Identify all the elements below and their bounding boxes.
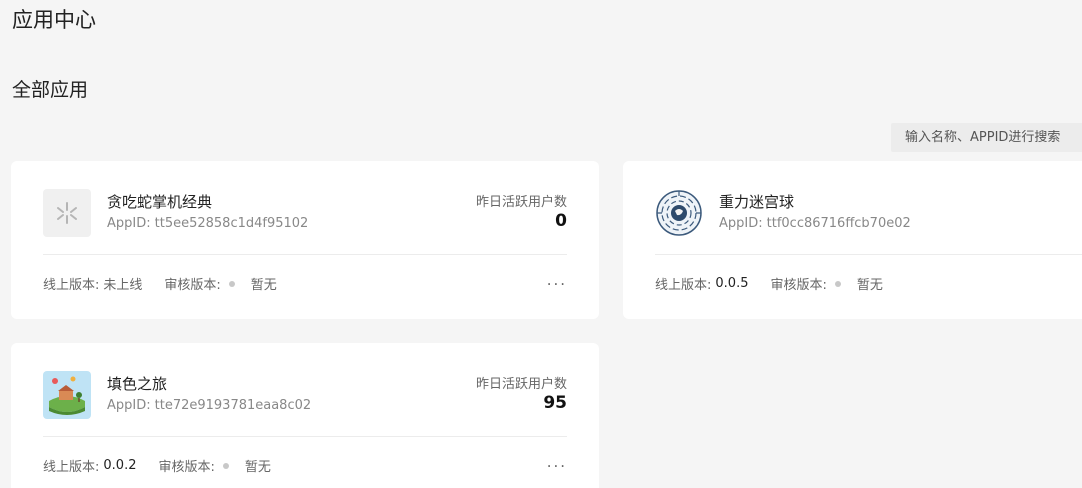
app-card[interactable]: 贪吃蛇掌机经典 AppID: tt5ee52858c1d4f95102 昨日活跃用… [11,161,599,319]
app-id: AppID: ttf0cc86716ffcb70e02 [719,216,911,231]
audit-version-value: 暂无 [244,460,271,475]
more-button[interactable]: ... [547,453,567,471]
appid-label: AppID: [719,216,763,231]
appid-label: AppID: [107,398,151,413]
app-id: AppID: tte72e9193781eaa8c02 [107,398,311,413]
appid-value: tte72e9193781eaa8c02 [154,398,312,413]
appid-label: AppID: [107,216,151,231]
app-name[interactable]: 贪吃蛇掌机经典 [107,191,212,212]
search-box[interactable] [891,123,1082,152]
online-version-label: 线上版本: [43,460,100,475]
island-globe-icon [43,371,91,419]
audit-version-label: 审核版本: [164,278,221,293]
page-title: 应用中心 [12,8,96,32]
dau-value: 95 [543,393,567,413]
online-version-label: 线上版本: [43,278,100,293]
audit-version-value: 暂无 [856,278,883,293]
appid-value: ttf0cc86716ffcb70e02 [766,216,911,231]
search-input[interactable] [905,130,1082,145]
app-card[interactable]: 重力迷宫球 AppID: ttf0cc86716ffcb70e02 线上版本: 0… [623,161,1082,319]
maze-globe-icon [655,189,703,237]
audit-version-label: 审核版本: [770,278,827,293]
status-dot [834,280,841,287]
online-version-label: 线上版本: [655,278,712,293]
placeholder-spark-icon [43,189,91,237]
online-version-value: 0.0.2 [103,458,137,473]
app-card[interactable]: 填色之旅 AppID: tte72e9193781eaa8c02 昨日活跃用户数 … [11,343,599,488]
status-dot [228,280,235,287]
section-title: 全部应用 [12,79,89,101]
appid-value: tt5ee52858c1d4f95102 [154,216,309,231]
divider [43,254,567,255]
app-id: AppID: tt5ee52858c1d4f95102 [107,216,308,231]
dau-value: 0 [555,211,567,231]
divider [43,436,567,437]
divider [655,254,1082,255]
audit-version-value: 暂无 [250,278,277,293]
more-button[interactable]: ... [547,271,567,289]
online-version-value: 未上线 [103,278,143,293]
app-name[interactable]: 填色之旅 [107,373,167,394]
status-dot [222,462,229,469]
app-name[interactable]: 重力迷宫球 [719,191,794,212]
card-footer: 线上版本: 0.0.2 审核版本: 暂无 [43,456,271,475]
online-version-value: 0.0.5 [715,276,749,291]
dau-label: 昨日活跃用户数 [475,195,567,210]
dau-label: 昨日活跃用户数 [475,377,567,392]
audit-version-label: 审核版本: [158,460,215,475]
card-footer: 线上版本: 0.0.5 审核版本: 暂无 [655,274,883,293]
card-footer: 线上版本: 未上线 审核版本: 暂无 [43,274,277,293]
